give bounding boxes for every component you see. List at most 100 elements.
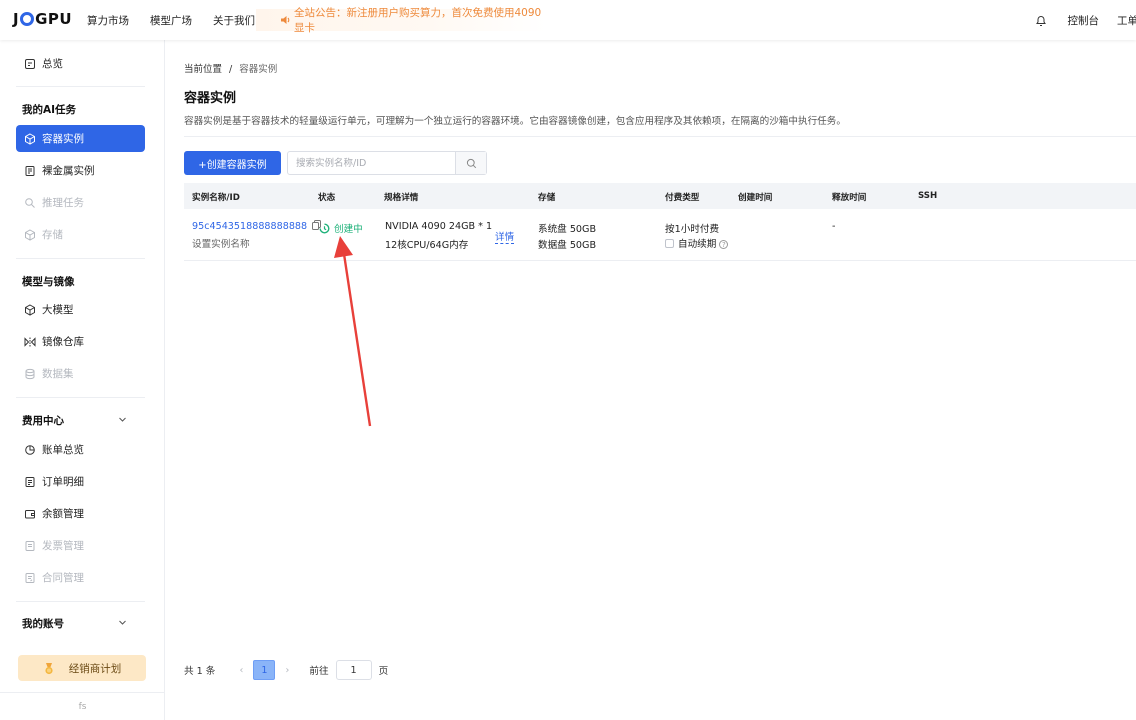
search-icon (466, 158, 476, 168)
breadcrumb-separator: / (229, 64, 233, 75)
page-number[interactable]: 1 (253, 660, 276, 680)
help-icon[interactable]: ? (719, 240, 729, 249)
cube-icon (25, 132, 35, 145)
prev-page-icon[interactable]: ‹ (233, 665, 249, 676)
sidebar-item-label: 数据集 (42, 368, 74, 380)
sidebar-item-label: 存储 (42, 229, 63, 241)
page-unit-label: 页 (378, 666, 389, 677)
sidebar-group-models: 模型与镜像 (22, 276, 75, 288)
sidebar-item-llm[interactable]: 大模型 (16, 296, 145, 323)
sidebar-group-label: 我的账号 (22, 618, 64, 630)
search-box (287, 151, 487, 175)
divider (184, 136, 1136, 137)
sidebar-item-label: 镜像仓库 (42, 336, 84, 348)
dealer-program-button[interactable]: 经销商计划 (18, 655, 146, 681)
spec-cpu: 12核CPU/64G内存 (385, 240, 469, 251)
release-time: - (832, 221, 836, 232)
sidebar-item-label: 余额管理 (42, 508, 84, 520)
sidebar-item-bills[interactable]: 账单总览 (16, 436, 145, 463)
instances-table: 实例名称/ID 状态 规格详情 存储 付费类型 创建时间 释放时间 SSH 95… (184, 183, 1136, 261)
col-created: 创建时间 (738, 193, 773, 203)
instance-id-link[interactable]: 95c4543518888888888 (192, 221, 307, 232)
search-input[interactable] (288, 152, 456, 174)
sidebar-item-contracts[interactable]: 合同管理 (16, 564, 145, 591)
contract-icon (25, 572, 35, 583)
search-button[interactable] (455, 152, 486, 174)
sidebar-item-storage[interactable]: 存储 (16, 221, 145, 248)
sidebar-divider (16, 258, 145, 259)
logo-text: GPU (35, 10, 73, 28)
announcement-banner: 全站公告：新注册用户购买算力，首次免费使用4090显卡 (256, 7, 546, 34)
sidebar-item-baremetal[interactable]: 裸金属实例 (16, 157, 145, 184)
server-icon (25, 165, 35, 176)
sidebar-item-inference[interactable]: 推理任务 (16, 189, 145, 216)
sidebar-group-label: 费用中心 (22, 415, 64, 427)
sidebar-item-label: 账单总览 (42, 444, 84, 456)
auto-renew-checkbox[interactable] (665, 239, 674, 248)
next-page-icon[interactable]: › (279, 665, 295, 676)
sidebar-item-label: 订单明细 (42, 476, 84, 488)
console-link[interactable]: 控制台 (1068, 13, 1100, 28)
top-nav: 算力市场 模型广场 关于我们 (87, 13, 255, 28)
tickets-link[interactable]: 工单 (1117, 13, 1136, 28)
sidebar-item-label: 推理任务 (42, 197, 84, 209)
storage-system: 系统盘 50GB (538, 224, 597, 235)
announcement-text: 全站公告：新注册用户购买算力，首次免费使用4090显卡 (294, 7, 542, 34)
sidebar-item-container[interactable]: 容器实例 (16, 125, 145, 152)
model-cube-icon (25, 303, 35, 316)
spec-gpu: NVIDIA 4090 24GB * 1 (385, 221, 493, 232)
top-right-menu: 控制台 工单 (1035, 13, 1136, 28)
sidebar-group-ai: 我的AI任务 (22, 104, 77, 116)
col-storage: 存储 (538, 193, 556, 203)
main-content: 当前位置 / 容器实例 容器实例 容器实例是基于容器技术的轻量级运行单元，可理解… (165, 40, 1136, 720)
detail-link[interactable]: 详情 (495, 229, 515, 244)
goto-page-input[interactable]: 1 (335, 660, 372, 680)
mirror-icon (24, 336, 36, 347)
sidebar-item-label: 裸金属实例 (42, 165, 95, 177)
nav-about-us[interactable]: 关于我们 (213, 13, 255, 28)
col-status: 状态 (318, 193, 336, 203)
sidebar-item-orders[interactable]: 订单明细 (16, 468, 145, 495)
sidebar-item-balance[interactable]: 余额管理 (16, 500, 145, 527)
col-released: 释放时间 (832, 193, 867, 203)
breadcrumb: 当前位置 / 容器实例 (184, 61, 277, 75)
auto-renew[interactable]: 自动续期? (665, 236, 729, 250)
dealer-program-label: 经销商计划 (68, 662, 122, 675)
breadcrumb-root[interactable]: 当前位置 (184, 64, 222, 75)
wallet-icon (25, 509, 35, 518)
brand-logo[interactable]: J GPU (13, 10, 72, 28)
sidebar-item-label: 合同管理 (42, 572, 84, 584)
page-title: 容器实例 (184, 91, 237, 106)
table-header: 实例名称/ID 状态 规格详情 存储 付费类型 创建时间 释放时间 SSH (184, 183, 1136, 209)
logo-ring-icon (20, 12, 35, 26)
logo-letter: J (13, 10, 20, 28)
set-instance-name[interactable]: 设置实例名称 (192, 236, 250, 250)
monitor-icon (25, 58, 35, 69)
inference-icon (25, 197, 35, 208)
auto-renew-label: 自动续期 (678, 239, 717, 250)
sidebar-item-overview[interactable]: 总览 (16, 50, 145, 77)
col-billing: 付费类型 (665, 193, 700, 203)
sidebar-item-label: 发票管理 (42, 540, 84, 552)
nav-compute-market[interactable]: 算力市场 (87, 13, 129, 28)
sidebar-collapse-label: fs (78, 701, 87, 712)
sidebar-item-datasets[interactable]: 数据集 (16, 360, 145, 387)
page-description: 容器实例是基于容器技术的轻量级运行单元，可理解为一个独立运行的容器环境。它由容器… (184, 116, 846, 127)
create-container-button[interactable]: +创建容器实例 (184, 151, 281, 175)
sidebar-group-billing[interactable]: 费用中心 (22, 413, 132, 428)
sidebar-item-images[interactable]: 镜像仓库 (16, 328, 145, 355)
sidebar-item-label: 容器实例 (42, 133, 84, 145)
sidebar-item-invoices[interactable]: 发票管理 (16, 532, 145, 559)
goto-label: 前往 (309, 666, 329, 677)
nav-model-square[interactable]: 模型广场 (150, 13, 192, 28)
col-name: 实例名称/ID (192, 193, 240, 203)
sidebar-collapse[interactable]: fs (0, 692, 165, 720)
sidebar-divider (16, 86, 145, 87)
instance-id-cell: 95c4543518888888888 (192, 220, 322, 232)
bell-icon[interactable] (1035, 15, 1047, 27)
sidebar-group-account[interactable]: 我的账号 (22, 616, 132, 631)
invoice-icon (25, 540, 35, 551)
chevron-down-icon (119, 620, 126, 625)
table-row: 95c4543518888888888 设置实例名称 创建中 NVIDIA 40… (184, 209, 1136, 261)
billing-type: 按1小时付费 (665, 224, 720, 235)
